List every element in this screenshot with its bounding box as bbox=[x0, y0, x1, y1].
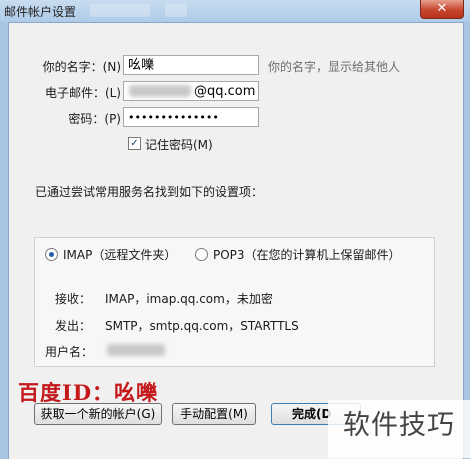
window-title: 邮件帐户设置 bbox=[4, 5, 77, 19]
titlebar-ghost-text bbox=[165, 4, 187, 17]
incoming-label: 接收： bbox=[55, 292, 92, 306]
name-label: 你的名字：(N) bbox=[42, 60, 121, 74]
imap-radio-label[interactable]: IMAP（远程文件夹） bbox=[63, 246, 176, 263]
email-field[interactable]: @qq.com bbox=[123, 81, 259, 101]
outgoing-value: SMTP，smtp.qq.com，STARTTLS bbox=[105, 319, 299, 333]
email-domain: @qq.com bbox=[194, 84, 256, 99]
remember-password-checkbox[interactable]: ✓ bbox=[128, 137, 141, 150]
password-field[interactable]: •••••••••••••• bbox=[123, 107, 259, 127]
pop3-radio-label[interactable]: POP3（在您的计算机上保留邮件） bbox=[213, 246, 401, 263]
username-redaction bbox=[107, 344, 165, 356]
outgoing-label: 发出： bbox=[55, 319, 92, 333]
server-settings-panel: IMAP（远程文件夹） POP3（在您的计算机上保留邮件） 接收： IMAP，i… bbox=[34, 237, 435, 367]
window-titlebar: 邮件帐户设置 ✕ bbox=[0, 0, 470, 22]
checkmark-icon: ✓ bbox=[130, 138, 139, 149]
incoming-value: IMAP，imap.qq.com，未加密 bbox=[105, 292, 273, 306]
watermark-site: 软件技巧 bbox=[328, 400, 470, 458]
manual-config-button[interactable]: 手动配置(M) bbox=[172, 403, 256, 425]
pop3-radio[interactable] bbox=[195, 248, 208, 261]
close-icon: ✕ bbox=[436, 1, 448, 16]
email-redaction bbox=[129, 85, 191, 97]
remember-password-label[interactable]: 记住密码(M) bbox=[145, 136, 213, 153]
close-button[interactable]: ✕ bbox=[420, 0, 464, 19]
email-label: 电子邮件：(L) bbox=[44, 86, 121, 100]
username-label: 用户名： bbox=[45, 345, 94, 359]
watermark-baidu-id: 百度ID：吆嚛 bbox=[18, 380, 159, 405]
name-field[interactable]: 吆嚛 bbox=[123, 55, 259, 75]
imap-radio[interactable] bbox=[45, 248, 58, 261]
name-hint: 你的名字，显示给其他人 bbox=[268, 60, 401, 74]
status-message: 已通过尝试常用服务名找到如下的设置项： bbox=[35, 185, 264, 199]
titlebar-ghost-text bbox=[90, 4, 150, 17]
password-label: 密码：(P) bbox=[68, 112, 121, 126]
